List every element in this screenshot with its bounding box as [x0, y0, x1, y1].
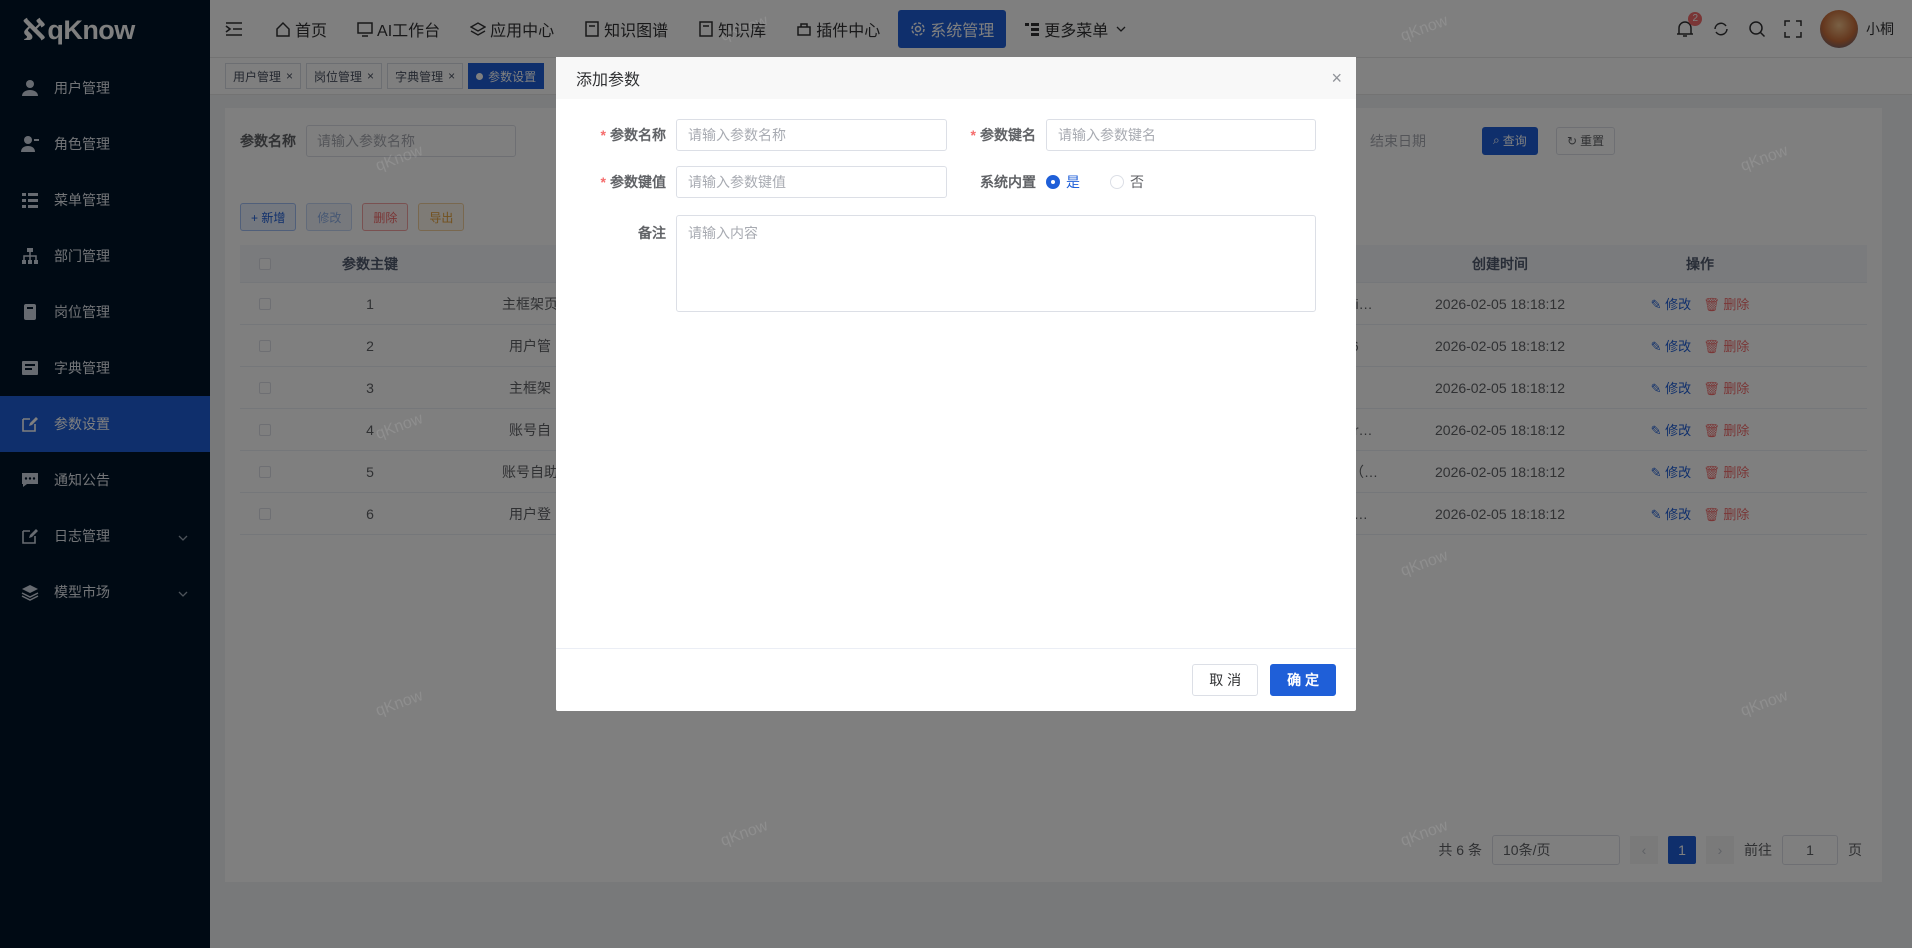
builtin-no-radio[interactable]: 否	[1110, 172, 1144, 192]
remark-label: 备注	[638, 225, 666, 241]
confirm-button[interactable]: 确 定	[1270, 664, 1336, 696]
dialog-title: 添加参数	[576, 72, 641, 89]
radio-unchecked	[1110, 175, 1124, 189]
remark-textarea[interactable]: 请输入内容	[676, 215, 1316, 312]
radio-label: 否	[1130, 174, 1144, 190]
dialog-footer: 取 消 确 定	[556, 648, 1356, 711]
radio-label: 是	[1066, 174, 1080, 190]
param-name-row: * 参数名称 请输入参数名称	[576, 119, 947, 151]
param-value-row: * 参数键值 请输入参数键值	[576, 166, 947, 198]
radio-checked	[1046, 175, 1060, 189]
param-key-input[interactable]: 请输入参数键名	[1046, 119, 1316, 151]
dialog-header: 添加参数 ×	[556, 57, 1356, 99]
builtin-label: 系统内置	[980, 174, 1036, 190]
remark-row: 备注 请输入内容	[576, 215, 1316, 312]
close-icon[interactable]: ×	[1331, 68, 1342, 89]
add-param-dialog: 添加参数 × * 参数名称 请输入参数名称 * 参数键名 请输入参数键名 * 参数键值…	[556, 57, 1356, 711]
builtin-yes-radio[interactable]: 是	[1046, 172, 1080, 192]
param-name-input[interactable]: 请输入参数名称	[676, 119, 947, 151]
param-value-label: * 参数键值	[600, 174, 666, 190]
param-key-label: * 参数键名	[970, 127, 1036, 143]
param-value-input[interactable]: 请输入参数键值	[676, 166, 947, 198]
param-key-row: * 参数键名 请输入参数键名	[946, 119, 1316, 151]
param-name-label: * 参数名称	[600, 127, 666, 143]
builtin-row: 系统内置 是 否	[946, 166, 1144, 198]
cancel-button[interactable]: 取 消	[1192, 664, 1259, 696]
